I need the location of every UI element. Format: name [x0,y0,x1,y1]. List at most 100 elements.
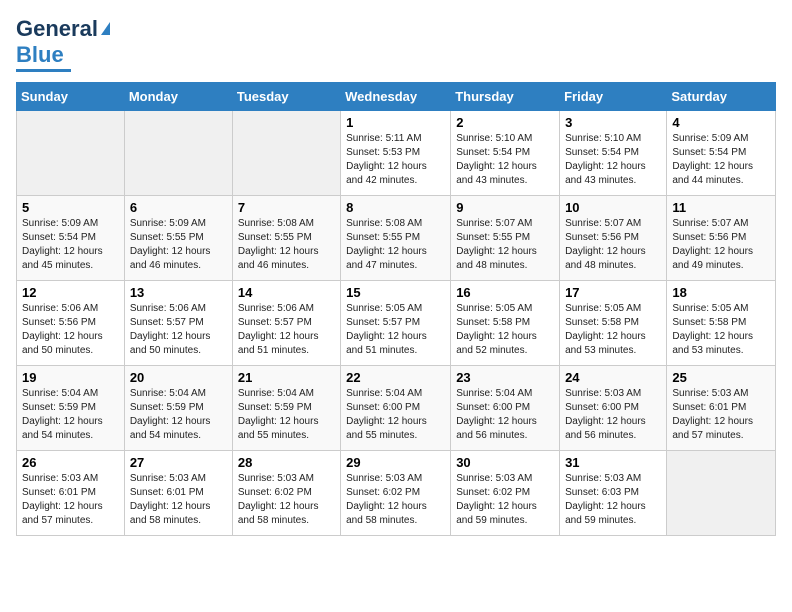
day-info: Sunrise: 5:03 AM Sunset: 6:02 PM Dayligh… [346,472,445,528]
day-number: 23 [456,370,554,385]
logo-general: General [16,16,98,42]
calendar-cell: 7 Sunrise: 5:08 AM Sunset: 5:55 PM Daylig… [232,196,340,281]
day-info: Sunrise: 5:06 AM Sunset: 5:57 PM Dayligh… [238,302,335,358]
calendar-cell: 16 Sunrise: 5:05 AM Sunset: 5:58 PM Dayli… [451,281,560,366]
day-number: 6 [130,200,227,215]
day-info: Sunrise: 5:03 AM Sunset: 6:01 PM Dayligh… [22,472,119,528]
day-number: 12 [22,285,119,300]
day-number: 14 [238,285,335,300]
day-number: 22 [346,370,445,385]
day-number: 5 [22,200,119,215]
calendar-cell: 17 Sunrise: 5:05 AM Sunset: 5:58 PM Dayli… [560,281,667,366]
day-number: 4 [672,115,770,130]
day-info: Sunrise: 5:03 AM Sunset: 6:00 PM Dayligh… [565,387,661,443]
calendar-cell: 1 Sunrise: 5:11 AM Sunset: 5:53 PM Daylig… [341,111,451,196]
day-number: 21 [238,370,335,385]
calendar-cell: 26Sunrise: 5:03 AM Sunset: 6:01 PM Dayli… [17,451,125,536]
day-number: 8 [346,200,445,215]
col-header-wednesday: Wednesday [341,83,451,111]
day-number: 10 [565,200,661,215]
calendar-cell [667,451,776,536]
col-header-monday: Monday [124,83,232,111]
day-info: Sunrise: 5:08 AM Sunset: 5:55 PM Dayligh… [238,217,335,273]
day-number: 2 [456,115,554,130]
day-number: 9 [456,200,554,215]
col-header-friday: Friday [560,83,667,111]
day-number: 11 [672,200,770,215]
calendar-cell [232,111,340,196]
day-number: 15 [346,285,445,300]
day-number: 18 [672,285,770,300]
logo-underline [16,69,71,72]
day-info: Sunrise: 5:06 AM Sunset: 5:56 PM Dayligh… [22,302,119,358]
day-number: 29 [346,455,445,470]
calendar-cell: 3 Sunrise: 5:10 AM Sunset: 5:54 PM Daylig… [560,111,667,196]
logo-blue: Blue [16,42,64,68]
calendar-cell: 15 Sunrise: 5:05 AM Sunset: 5:57 PM Dayli… [341,281,451,366]
calendar-header-row: SundayMondayTuesdayWednesdayThursdayFrid… [17,83,776,111]
calendar-cell: 20 Sunrise: 5:04 AM Sunset: 5:59 PM Dayli… [124,366,232,451]
day-number: 24 [565,370,661,385]
day-number: 27 [130,455,227,470]
day-info: Sunrise: 5:05 AM Sunset: 5:58 PM Dayligh… [672,302,770,358]
day-number: 20 [130,370,227,385]
calendar-cell: 11 Sunrise: 5:07 AM Sunset: 5:56 PM Dayli… [667,196,776,281]
calendar-cell: 30Sunrise: 5:03 AM Sunset: 6:02 PM Dayli… [451,451,560,536]
calendar-week-row: 19 Sunrise: 5:04 AM Sunset: 5:59 PM Dayli… [17,366,776,451]
calendar-cell: 13 Sunrise: 5:06 AM Sunset: 5:57 PM Dayli… [124,281,232,366]
calendar-cell: 31 Sunrise: 5:03 AM Sunset: 6:03 PM Dayli… [560,451,667,536]
day-number: 7 [238,200,335,215]
day-info: Sunrise: 5:04 AM Sunset: 5:59 PM Dayligh… [130,387,227,443]
day-number: 1 [346,115,445,130]
day-info: Sunrise: 5:03 AM Sunset: 6:03 PM Dayligh… [565,472,661,528]
day-number: 3 [565,115,661,130]
day-number: 13 [130,285,227,300]
day-info: Sunrise: 5:10 AM Sunset: 5:54 PM Dayligh… [456,132,554,188]
calendar-cell: 18 Sunrise: 5:05 AM Sunset: 5:58 PM Dayli… [667,281,776,366]
day-info: Sunrise: 5:04 AM Sunset: 5:59 PM Dayligh… [238,387,335,443]
calendar-cell [124,111,232,196]
logo: General Blue [16,16,110,72]
day-info: Sunrise: 5:07 AM Sunset: 5:55 PM Dayligh… [456,217,554,273]
day-number: 17 [565,285,661,300]
calendar-cell: 12 Sunrise: 5:06 AM Sunset: 5:56 PM Dayli… [17,281,125,366]
day-info: Sunrise: 5:03 AM Sunset: 6:01 PM Dayligh… [672,387,770,443]
calendar-cell: 22Sunrise: 5:04 AM Sunset: 6:00 PM Dayli… [341,366,451,451]
calendar-cell: 25 Sunrise: 5:03 AM Sunset: 6:01 PM Dayli… [667,366,776,451]
calendar-cell: 19 Sunrise: 5:04 AM Sunset: 5:59 PM Dayli… [17,366,125,451]
col-header-sunday: Sunday [17,83,125,111]
col-header-saturday: Saturday [667,83,776,111]
day-info: Sunrise: 5:04 AM Sunset: 6:00 PM Dayligh… [456,387,554,443]
day-info: Sunrise: 5:10 AM Sunset: 5:54 PM Dayligh… [565,132,661,188]
day-info: Sunrise: 5:09 AM Sunset: 5:55 PM Dayligh… [130,217,227,273]
calendar-cell: 9 Sunrise: 5:07 AM Sunset: 5:55 PM Daylig… [451,196,560,281]
calendar-cell: 5Sunrise: 5:09 AM Sunset: 5:54 PM Daylig… [17,196,125,281]
day-info: Sunrise: 5:09 AM Sunset: 5:54 PM Dayligh… [672,132,770,188]
day-info: Sunrise: 5:05 AM Sunset: 5:57 PM Dayligh… [346,302,445,358]
calendar-cell: 24 Sunrise: 5:03 AM Sunset: 6:00 PM Dayli… [560,366,667,451]
day-info: Sunrise: 5:03 AM Sunset: 6:01 PM Dayligh… [130,472,227,528]
calendar-table: SundayMondayTuesdayWednesdayThursdayFrid… [16,82,776,536]
calendar-cell: 14 Sunrise: 5:06 AM Sunset: 5:57 PM Dayli… [232,281,340,366]
col-header-thursday: Thursday [451,83,560,111]
day-number: 25 [672,370,770,385]
calendar-cell: 23 Sunrise: 5:04 AM Sunset: 6:00 PM Dayli… [451,366,560,451]
day-number: 16 [456,285,554,300]
calendar-cell: 21 Sunrise: 5:04 AM Sunset: 5:59 PM Dayli… [232,366,340,451]
day-number: 19 [22,370,119,385]
day-info: Sunrise: 5:07 AM Sunset: 5:56 PM Dayligh… [565,217,661,273]
calendar-cell: 2 Sunrise: 5:10 AM Sunset: 5:54 PM Daylig… [451,111,560,196]
day-number: 28 [238,455,335,470]
calendar-cell: 6 Sunrise: 5:09 AM Sunset: 5:55 PM Daylig… [124,196,232,281]
day-info: Sunrise: 5:11 AM Sunset: 5:53 PM Dayligh… [346,132,445,188]
calendar-week-row: 1 Sunrise: 5:11 AM Sunset: 5:53 PM Daylig… [17,111,776,196]
day-number: 30 [456,455,554,470]
day-info: Sunrise: 5:07 AM Sunset: 5:56 PM Dayligh… [672,217,770,273]
calendar-cell: 10 Sunrise: 5:07 AM Sunset: 5:56 PM Dayli… [560,196,667,281]
day-info: Sunrise: 5:05 AM Sunset: 5:58 PM Dayligh… [565,302,661,358]
day-info: Sunrise: 5:04 AM Sunset: 5:59 PM Dayligh… [22,387,119,443]
calendar-cell: 8Sunrise: 5:08 AM Sunset: 5:55 PM Daylig… [341,196,451,281]
day-info: Sunrise: 5:06 AM Sunset: 5:57 PM Dayligh… [130,302,227,358]
day-number: 31 [565,455,661,470]
day-info: Sunrise: 5:05 AM Sunset: 5:58 PM Dayligh… [456,302,554,358]
